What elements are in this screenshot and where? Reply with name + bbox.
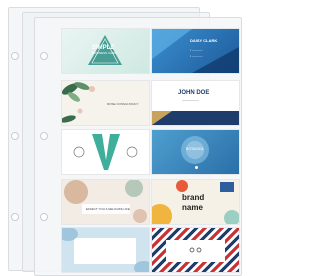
scissors-icon xyxy=(189,247,202,253)
watercolor-frame xyxy=(62,228,149,272)
business-card-doe: JOHN DOE ──────── xyxy=(152,81,239,125)
business-card-simple: SIMPLE BUSINESS CARD xyxy=(62,29,149,73)
business-card-botanica: BOTANICA xyxy=(152,130,239,174)
card-subtitle: BUSINESS CARD xyxy=(92,51,117,55)
card-name: BOTANICA xyxy=(186,147,204,151)
business-card-v-emblem xyxy=(62,130,149,174)
binder-hole xyxy=(11,52,19,60)
business-card-brand: brand name xyxy=(152,180,239,224)
card-name: JOHN DOE xyxy=(178,90,210,96)
business-card-blue-map xyxy=(62,228,149,272)
card-name: ROSE CONSULTANCY xyxy=(107,102,139,106)
deco-dot xyxy=(195,166,198,169)
binder-hole xyxy=(40,52,48,60)
botanical-print xyxy=(64,180,147,223)
business-card-floral: ROSE CONSULTANCY xyxy=(62,81,149,125)
binder-hole xyxy=(40,132,48,140)
abstract-shapes xyxy=(152,180,239,224)
binder-hole xyxy=(40,213,48,221)
binder-hole xyxy=(11,213,19,221)
card-tagline: EFFECT YOU A DELICATE LIFE xyxy=(86,207,130,211)
binder-hole xyxy=(11,132,19,140)
v-emblem xyxy=(73,134,138,170)
brand-line-1: brand xyxy=(182,193,205,202)
navy-band xyxy=(152,111,239,125)
business-card-barber xyxy=(152,228,239,272)
contact-line: ──────── xyxy=(182,98,200,102)
business-card-clark: DAISY CLARK ▪ ───── ▪ ───── xyxy=(152,29,239,73)
card-name: DAISY CLARK xyxy=(190,38,218,43)
business-card-affair: EFFECT YOU A DELICATE LIFE xyxy=(62,180,149,224)
brand-line-2: name xyxy=(182,203,203,212)
contact-line: ▪ ───── xyxy=(190,54,203,58)
contact-line: ▪ ───── xyxy=(190,48,203,52)
